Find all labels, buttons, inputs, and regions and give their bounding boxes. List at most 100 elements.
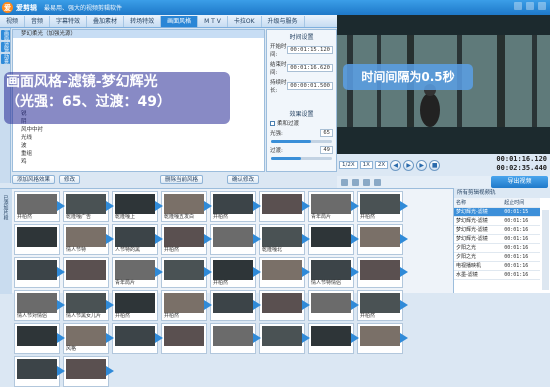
tab-2[interactable]: 字幕特效 — [50, 16, 88, 27]
effect-list-item[interactable] — [13, 38, 264, 46]
effect-list-item[interactable]: 风中中衬 — [13, 126, 264, 134]
timeline-clip[interactable] — [210, 224, 261, 255]
transition-arrow-icon[interactable] — [400, 333, 408, 343]
timeline-clip[interactable] — [308, 290, 359, 321]
timeline-clip[interactable] — [63, 356, 114, 387]
timeline-clip[interactable]: 情人节黑女儿片 — [63, 290, 114, 321]
timeline-clip[interactable] — [357, 257, 408, 288]
maximize-icon[interactable] — [526, 2, 534, 10]
timeline-clip[interactable]: 井柏然 — [210, 257, 261, 288]
subtitle-row[interactable]: 水墨-滤镜 00:01:16 — [454, 270, 540, 280]
timeline-clip[interactable] — [112, 323, 163, 354]
effect-list-item[interactable]: 重组 — [13, 150, 264, 158]
speed-half[interactable]: 1/2X — [339, 161, 358, 169]
category-picture[interactable]: 画面 — [1, 30, 10, 40]
strength-field[interactable]: 65 — [320, 129, 333, 137]
timeline-clip[interactable]: 井柏然 — [112, 290, 158, 321]
transition-arrow-icon[interactable] — [400, 234, 408, 244]
minimize-icon[interactable] — [514, 2, 522, 10]
transition-arrow-icon[interactable] — [400, 201, 408, 211]
timeline-clip[interactable]: 青年局片 — [112, 257, 163, 288]
timeline-clip[interactable]: 情人节对情侣 — [14, 290, 65, 321]
timeline-clip[interactable]: 青年局片 — [308, 191, 359, 222]
timeline-clip[interactable]: 井柏然 — [14, 191, 65, 222]
timeline-clip[interactable] — [259, 290, 310, 321]
timeline-clip[interactable] — [308, 323, 359, 354]
transition-arrow-icon[interactable] — [400, 267, 408, 277]
duration-field[interactable]: 00:00:01.500 — [287, 82, 333, 90]
soft-transition-row[interactable]: 柔和过渡 — [267, 118, 336, 128]
timeline-clip[interactable] — [161, 323, 207, 354]
timeline-clip[interactable] — [308, 224, 359, 255]
timeline-clip[interactable]: 情人节特情侣 — [308, 257, 359, 288]
timeline-clip[interactable] — [161, 257, 212, 288]
category-filter[interactable]: 滤镜 — [1, 42, 10, 52]
effect-list-item[interactable]: 光线 — [13, 134, 264, 142]
volume-icon[interactable] — [374, 178, 381, 186]
timeline-clip[interactable]: 乾隆嘎广告 — [63, 191, 114, 222]
timeline-clip[interactable] — [357, 323, 408, 354]
end-time-field[interactable]: 00:01:16.620 — [287, 64, 333, 72]
tab-3[interactable]: 叠加素材 — [87, 16, 125, 27]
effect-list-item[interactable] — [13, 62, 264, 70]
subtitle-row[interactable]: 梦幻辉光-滤镜 00:01:16 — [454, 216, 540, 226]
play-icon[interactable]: ▶ — [403, 159, 415, 171]
timeline-clip[interactable] — [259, 257, 310, 288]
screenshot-icon[interactable] — [341, 178, 348, 186]
close-icon[interactable] — [538, 2, 546, 10]
delete-style-button[interactable]: 删除当前风格 — [160, 175, 204, 184]
subtitle-row[interactable]: 夕阳之光 00:01:16 — [454, 243, 540, 253]
timeline-clip[interactable] — [14, 356, 65, 387]
transition-arrow-icon[interactable] — [106, 366, 114, 376]
transition-arrow-icon[interactable] — [400, 300, 408, 310]
timeline-clip[interactable]: 井柏然 — [357, 290, 408, 321]
tab-7[interactable]: 卡拉OK — [228, 16, 262, 27]
subtitle-row[interactable]: 夕阳之光 00:01:16 — [454, 252, 540, 262]
prev-frame-icon[interactable]: ◀ — [390, 159, 402, 171]
next-frame-icon[interactable]: ▶ — [416, 159, 428, 171]
transition-field[interactable]: 49 — [320, 146, 333, 154]
timeline-clip[interactable]: 井柏然 — [357, 191, 408, 222]
timeline-clip[interactable]: 乾隆嘎北 — [259, 224, 310, 255]
transition-slider[interactable] — [271, 157, 332, 160]
timeline-clip[interactable]: 井柏然 — [161, 290, 212, 321]
tab-1[interactable]: 音频 — [25, 16, 51, 27]
confirm-button[interactable]: 确认修改 — [227, 175, 260, 184]
effect-list-item[interactable]: 波 — [13, 142, 264, 150]
strength-slider[interactable] — [271, 140, 332, 143]
timeline-clip[interactable]: 乾隆嘎上 — [112, 191, 163, 222]
subtitle-row[interactable]: 电视播映机 00:01:16 — [454, 261, 540, 271]
subtitle-row[interactable]: 梦幻辉光-滤镜 00:01:16 — [454, 225, 540, 235]
timeline-clip[interactable] — [259, 191, 310, 222]
tab-5[interactable]: 画面风格 — [161, 16, 199, 27]
add-style-button[interactable]: 添加风格效果 — [12, 175, 56, 184]
timeline-clip[interactable] — [14, 323, 65, 354]
subtitle-row[interactable]: 梦幻辉光-滤镜 00:01:16 — [454, 234, 540, 244]
tab-4[interactable]: 转场特效 — [124, 16, 162, 27]
timeline-clip[interactable]: 情人节特 — [63, 224, 114, 255]
category-motion[interactable]: 动景 — [1, 54, 10, 64]
start-time-field[interactable]: 00:01:15.120 — [287, 46, 333, 54]
speed-2x[interactable]: 2X — [374, 161, 389, 169]
fullscreen-icon[interactable] — [363, 178, 370, 186]
timeline-clip[interactable] — [259, 323, 310, 354]
effect-list-item[interactable]: 鸡 — [13, 158, 264, 166]
effect-list-item[interactable] — [13, 46, 264, 54]
timeline-clip[interactable] — [63, 257, 109, 288]
effect-list-item[interactable]: 梦幻柔光（加强光源） — [13, 30, 264, 38]
timeline-clip[interactable]: 风格 — [63, 323, 114, 354]
stop-icon[interactable]: ■ — [429, 159, 441, 171]
timeline-clip[interactable] — [210, 290, 261, 321]
modify-button[interactable]: 修改 — [59, 175, 81, 184]
timeline-clip[interactable]: 井柏然 — [210, 191, 261, 222]
timeline-clip[interactable]: 乾隆嘎五发白 — [161, 191, 212, 222]
tab-6[interactable]: M T V — [198, 16, 228, 27]
timeline-clip[interactable] — [14, 257, 65, 288]
speed-1x[interactable]: 1X — [359, 161, 373, 169]
soft-transition-checkbox[interactable] — [270, 120, 275, 126]
effect-list-item[interactable] — [13, 54, 264, 62]
timeline-clip[interactable] — [210, 323, 261, 354]
timeline-clip[interactable]: 人节特的黑 — [112, 224, 163, 255]
subtitle-scrollbar[interactable] — [542, 210, 549, 290]
timeline-clip[interactable]: 井柏然 — [161, 224, 212, 255]
